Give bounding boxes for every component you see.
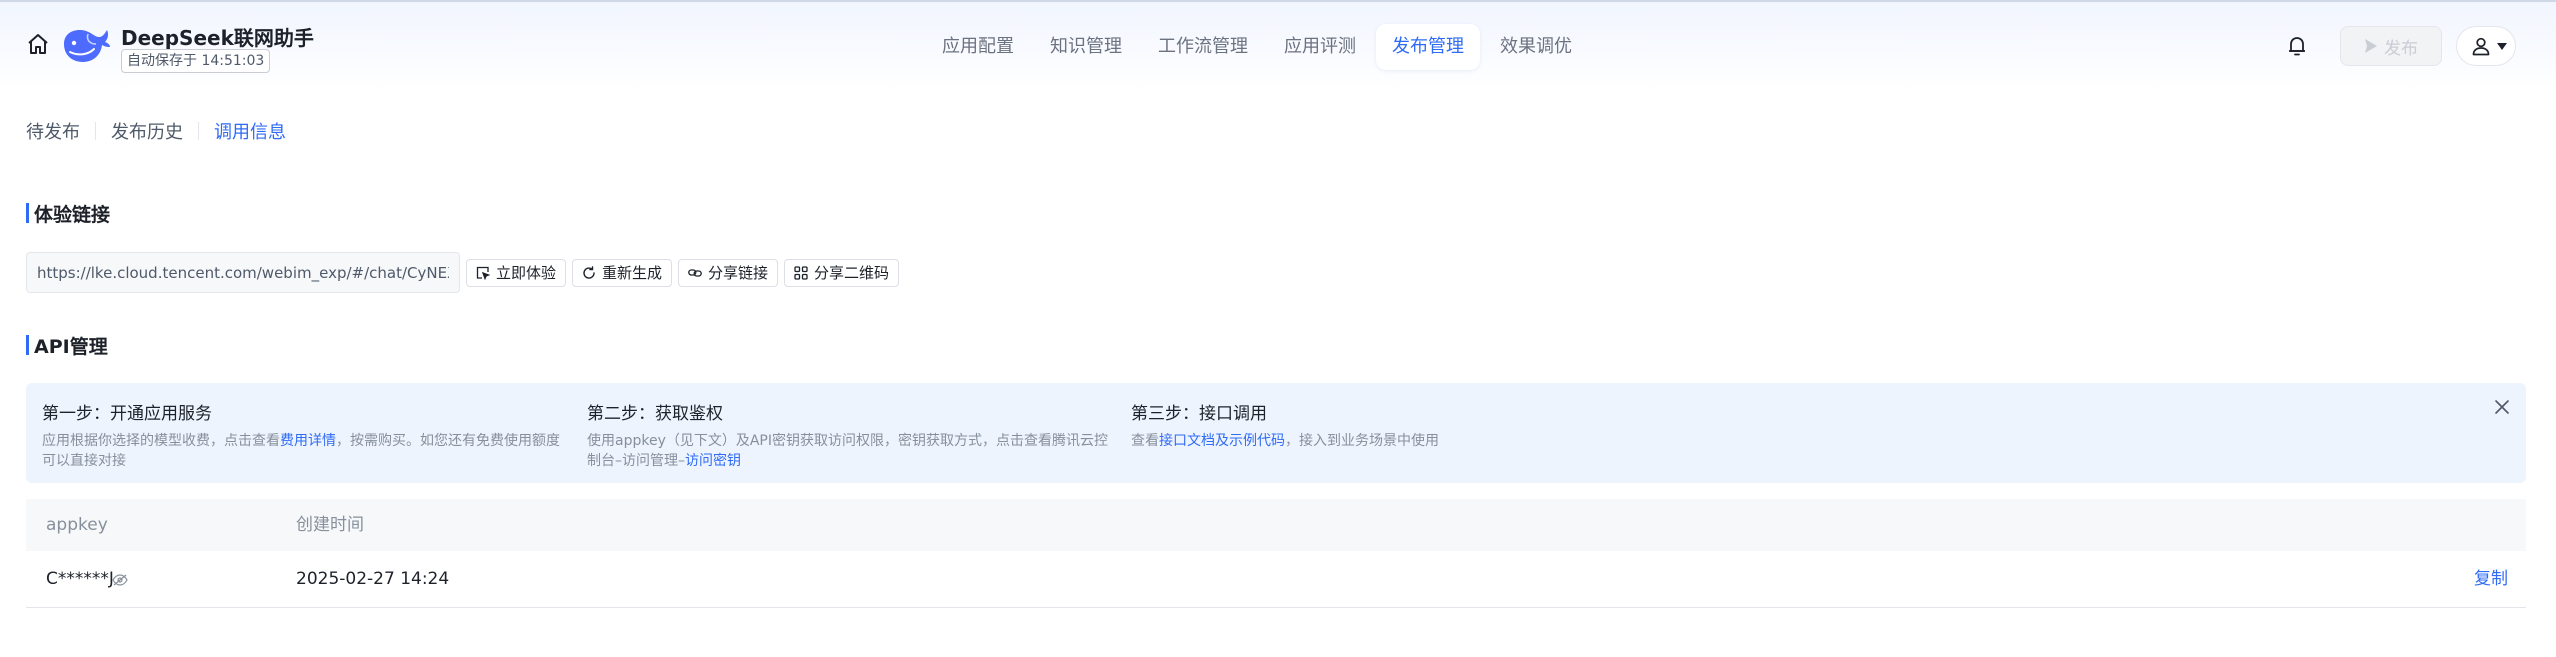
eye-hidden-icon[interactable] bbox=[112, 574, 128, 586]
refresh-icon bbox=[583, 265, 595, 279]
qrcode-icon bbox=[794, 265, 808, 280]
link-icon bbox=[688, 268, 702, 277]
experience-title: 体验链接 bbox=[34, 203, 111, 226]
step-2: 第二步：获取鉴权 使用appkey（见下文）及API密钥获取访问权限，密钥获取方… bbox=[587, 399, 1117, 471]
section-accent-bar bbox=[26, 335, 29, 355]
main-nav: 应用配置 知识管理 工作流管理 应用评测 发布管理 效果调优 bbox=[926, 24, 1588, 70]
tab-tuning[interactable]: 效果调优 bbox=[1484, 24, 1588, 70]
subtab-divider bbox=[95, 122, 96, 140]
step-1-desc: 应用根据你选择的模型收费，点击查看费用详情，按需购买。如您还有免费使用额度可以直… bbox=[42, 431, 572, 471]
caret-down-icon bbox=[2497, 43, 2507, 50]
experience-url-input[interactable] bbox=[26, 252, 460, 293]
appkey-value: C******J bbox=[46, 569, 114, 589]
publish-button[interactable]: 发布 bbox=[2340, 26, 2442, 66]
column-header-created: 创建时间 bbox=[296, 515, 364, 535]
api-steps-panel: 第一步：开通应用服务 应用根据你选择的模型收费，点击查看费用详情，按需购买。如您… bbox=[26, 383, 2526, 483]
send-icon bbox=[2365, 39, 2377, 53]
deepseek-whale-logo bbox=[64, 30, 110, 62]
try-now-label: 立即体验 bbox=[496, 264, 557, 282]
section-accent-bar bbox=[26, 203, 29, 223]
table-header: appkey 创建时间 bbox=[26, 499, 2526, 551]
share-qrcode-label: 分享二维码 bbox=[814, 264, 890, 282]
subtab-call-info[interactable]: 调用信息 bbox=[214, 118, 286, 144]
step-3: 第三步：接口调用 查看接口文档及示例代码，接入到业务场景中使用 bbox=[1131, 399, 1661, 451]
tab-app-config[interactable]: 应用配置 bbox=[926, 24, 1030, 70]
try-now-button[interactable]: 立即体验 bbox=[466, 258, 567, 287]
user-menu[interactable] bbox=[2456, 26, 2516, 66]
experience-link-row: 立即体验 重新生成 分享链接 分享二维码 bbox=[26, 252, 900, 293]
publish-button-label: 发布 bbox=[2384, 38, 2418, 59]
step-2-desc-text: 使用appkey（见下文）及API密钥获取访问权限，密钥获取方式，点击查看腾讯云… bbox=[587, 433, 1109, 469]
autosave-status: 自动保存于 14:51:03 bbox=[121, 49, 271, 73]
publish-subtabs: 待发布 发布历史 调用信息 bbox=[26, 118, 286, 144]
app-title: DeepSeek联网助手 bbox=[121, 26, 314, 50]
table-row: C******J 2025-02-27 14:24 复制 bbox=[26, 551, 2526, 608]
step-3-desc-text: 查看 bbox=[1131, 433, 1159, 449]
subtab-pending[interactable]: 待发布 bbox=[26, 118, 80, 144]
created-time-value: 2025-02-27 14:24 bbox=[296, 569, 450, 589]
subtab-history[interactable]: 发布历史 bbox=[111, 118, 183, 144]
close-icon[interactable] bbox=[2494, 399, 2510, 415]
user-icon bbox=[2472, 37, 2490, 56]
bell-icon[interactable] bbox=[2286, 34, 2308, 58]
copy-appkey-link[interactable]: 复制 bbox=[2474, 551, 2508, 608]
api-docs-link[interactable]: 接口文档及示例代码 bbox=[1159, 433, 1285, 449]
access-key-link[interactable]: 访问密钥 bbox=[685, 453, 741, 469]
experience-section-title: 体验链接 bbox=[26, 200, 110, 226]
tab-knowledge[interactable]: 知识管理 bbox=[1034, 24, 1138, 70]
step-3-desc: 查看接口文档及示例代码，接入到业务场景中使用 bbox=[1131, 431, 1661, 451]
step-2-title: 第二步：获取鉴权 bbox=[587, 404, 723, 424]
step-1-desc-text: 应用根据你选择的模型收费，点击查看 bbox=[42, 433, 280, 449]
step-3-desc-text-tail: ，接入到业务场景中使用 bbox=[1285, 433, 1439, 449]
step-2-desc: 使用appkey（见下文）及API密钥获取访问权限，密钥获取方式，点击查看腾讯云… bbox=[587, 431, 1117, 471]
column-header-appkey: appkey bbox=[46, 515, 108, 535]
api-title: API管理 bbox=[34, 335, 108, 358]
regenerate-button[interactable]: 重新生成 bbox=[572, 258, 673, 287]
pricing-details-link[interactable]: 费用详情 bbox=[280, 433, 336, 449]
step-3-title: 第三步：接口调用 bbox=[1131, 404, 1267, 424]
open-cursor-icon bbox=[476, 266, 490, 280]
app-header: DeepSeek联网助手 自动保存于 14:51:03 应用配置 知识管理 工作… bbox=[0, 0, 2556, 90]
appkey-table: appkey 创建时间 C******J 2025-02-27 14:24 复制 bbox=[26, 499, 2526, 608]
tab-evaluation[interactable]: 应用评测 bbox=[1268, 24, 1372, 70]
tab-publish[interactable]: 发布管理 bbox=[1376, 24, 1480, 70]
share-link-label: 分享链接 bbox=[708, 264, 769, 282]
share-link-button[interactable]: 分享链接 bbox=[678, 258, 779, 287]
regenerate-label: 重新生成 bbox=[602, 264, 663, 282]
api-section-title: API管理 bbox=[26, 332, 108, 358]
home-icon[interactable] bbox=[26, 32, 50, 56]
step-1-title: 第一步：开通应用服务 bbox=[42, 404, 212, 424]
subtab-divider bbox=[198, 122, 199, 140]
share-qrcode-button[interactable]: 分享二维码 bbox=[784, 258, 900, 287]
step-1: 第一步：开通应用服务 应用根据你选择的模型收费，点击查看费用详情，按需购买。如您… bbox=[42, 399, 572, 471]
tab-workflow[interactable]: 工作流管理 bbox=[1142, 24, 1264, 70]
